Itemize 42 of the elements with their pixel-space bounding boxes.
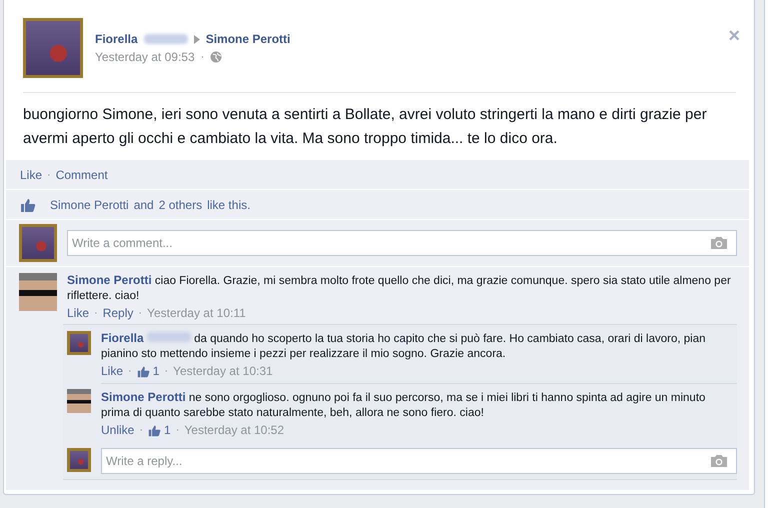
reply-text: Simone Perotti ne sono orgoglioso. ognuno poi fa il suo percorso, ma se i miei libri ti hanno spinta ad agire un minuto prima di quanto sarebbe stato naturalmente, beh, allora ne sono fiero. ciao! [101, 390, 706, 421]
action-link[interactable]: Reply [102, 306, 134, 320]
thumbs-up-icon [136, 364, 150, 378]
user-avatar [67, 448, 91, 472]
comment-time[interactable]: Yesterday at 10:11 [147, 306, 246, 320]
triangle-icon [194, 34, 200, 44]
commenter-avatar[interactable] [67, 389, 91, 413]
others-link[interactable]: 2 others [158, 198, 202, 212]
comment-field[interactable]: Write a comment... [67, 230, 737, 256]
blurred-name [146, 332, 191, 342]
globe-icon [210, 51, 222, 63]
comment-author[interactable]: Simone Perotti [67, 273, 152, 287]
comment-time[interactable]: Yesterday at 10:31 [173, 364, 273, 378]
action-link[interactable]: Like [20, 168, 42, 182]
likes-text: and [134, 198, 154, 212]
profile-photo[interactable] [23, 18, 83, 78]
post-text: buongiorno Simone, ieri sono venuta a sentirti a Bollate, avrei voluto stringerti la mano e dirti grazie per avermi aperto gli occhi e cambiato la vita. Ma sono troppo timida... te lo dico ora. [23, 105, 708, 149]
blurred-name [144, 34, 188, 44]
thumbs-up-icon [20, 196, 36, 212]
like-count[interactable]: 1 [136, 364, 160, 378]
liker-link[interactable]: Simone Perotti [50, 198, 129, 212]
commenter-avatar[interactable] [19, 273, 57, 311]
separator-dot: · [200, 51, 204, 63]
action-link[interactable]: Like [67, 306, 90, 320]
thumbs-up-icon [148, 424, 162, 436]
action-link[interactable]: Like [101, 364, 124, 378]
comment-author[interactable]: Fiorella [101, 331, 144, 345]
comments-panel: Like · Comment Simone Perotti and 2 others like this. Write a comment... Simone Perotti ciao Fiorella. Grazie, mi sembra molto frote quello che dici, ma grazie comunque. spero sia stato utile almeno per riflettere. ciao! Like · Reply · Yesterday at 10:11 Fiorella da quando ho scoperto la tua storia ho capito che si può fare. Ho cambiato casa, orari di lavoro, pian pianino sto mettendo insieme i pezzi per realizzare il mio sogno. Grazie ancora. Like · 1 · Yesterday at 10:31 Simone Perotti ne sono orgoglioso. ognuno poi fa il suo percorso, ma se i miei libri ti hanno spinta ad agire un minuto prima di quanto sarebbe stato naturalmente, beh, allora ne sono fiero. ciao! Unlike · 1 · Yesterday at 10:52 Write a reply... [6, 160, 749, 490]
reply-field[interactable]: Write a reply... [101, 448, 737, 474]
comment-text: Simone Perotti ciao Fiorella. Grazie, mi sembra molto frote quello che dici, ma grazie comunque. spero sia stato utile almeno per riflettere. ciao! [67, 273, 732, 304]
target-name[interactable]: Simone Perotti [206, 32, 290, 46]
comment-time[interactable]: Yesterday at 10:52 [184, 423, 284, 437]
action-link[interactable]: Comment [56, 168, 108, 182]
likes-text: like this. [207, 198, 250, 212]
reply-text: Fiorella da quando ho scoperto la tua storia ho capito che si può fare. Ho cambiato casa, orari di lavoro, pian pianino sto mettendo insieme i pezzi per realizzare il mio sogno. Grazie ancora. [101, 331, 707, 362]
comment-author[interactable]: Simone Perotti [101, 390, 186, 404]
action-link[interactable]: Unlike [101, 423, 134, 437]
like-count[interactable]: 1 [148, 423, 171, 437]
separator-dot: · [47, 168, 51, 180]
user-avatar [19, 224, 57, 262]
author-name[interactable]: Fiorella [95, 32, 138, 46]
post-time[interactable]: Yesterday at 09:53 [95, 50, 195, 64]
